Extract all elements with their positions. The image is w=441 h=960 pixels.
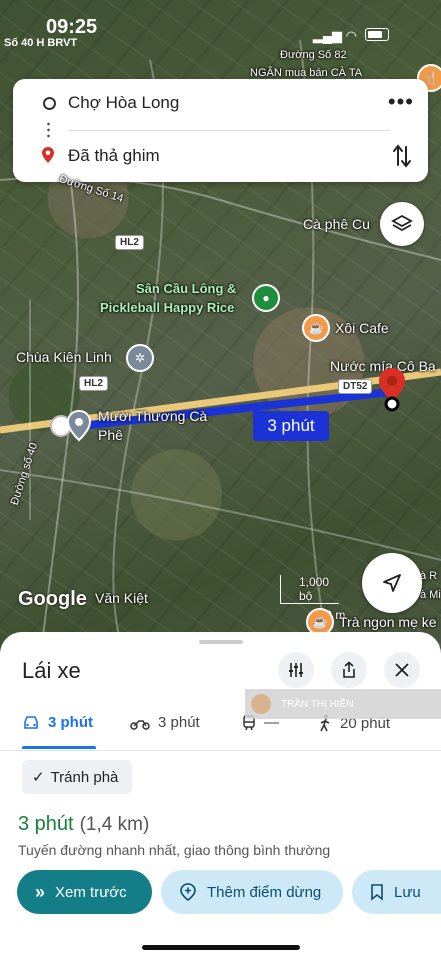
layers-icon xyxy=(391,214,413,232)
destination-text[interactable]: Đã thả ghim xyxy=(68,146,160,166)
tab-driving-label: 3 phút xyxy=(48,714,93,731)
overlay-name: TRẦN THỊ HIỀN xyxy=(281,698,354,710)
chevrons-icon: » xyxy=(35,881,46,902)
user-overlay: TRẦN THỊ HIỀN xyxy=(245,689,441,719)
map-label-court-2[interactable]: Pickleball Happy Rice xyxy=(100,300,234,315)
eta-distance: (1,4 km) xyxy=(79,814,150,835)
add-stop-button[interactable]: Thêm điểm dừng xyxy=(161,870,343,914)
directions-sheet: Lái xe 3 phút 3 phút — 20 phút TRẦN THỊ … xyxy=(0,632,441,960)
close-icon xyxy=(395,663,409,677)
eta-time: 3 phút xyxy=(18,813,74,835)
preview-button[interactable]: » Xem trước xyxy=(17,870,152,914)
active-tab-indicator xyxy=(22,746,96,749)
origin-row[interactable]: Chợ Hòa Long ••• xyxy=(13,83,428,123)
more-options-icon[interactable]: ••• xyxy=(388,91,414,113)
map-view[interactable]: 09:25 Số 40 H BRVT ▂▄▆ ◠ Đường Số 82 NGÂ… xyxy=(0,0,441,660)
map-label-shop[interactable]: NGÂN mua bán CÀ TA xyxy=(250,67,362,79)
place-marker-icon[interactable] xyxy=(66,410,92,442)
bookmark-icon xyxy=(371,884,383,901)
map-label-muoi-thuong-1[interactable]: Mười Thương Cà xyxy=(98,408,207,424)
status-time: 09:25 xyxy=(46,16,98,38)
add-stop-label: Thêm điểm dừng xyxy=(207,883,322,901)
motorbike-icon xyxy=(130,719,150,730)
swap-directions-icon[interactable] xyxy=(392,143,412,169)
sheet-handle[interactable] xyxy=(199,640,243,644)
save-label: Lưu xyxy=(394,883,421,901)
origin-text[interactable]: Chợ Hòa Long xyxy=(68,93,179,113)
road-badge-hl2-mid: HL2 xyxy=(79,376,108,391)
sheet-title: Lái xe xyxy=(22,658,81,683)
dropped-pin-icon[interactable] xyxy=(376,366,408,412)
map-label-street[interactable]: Đường Số 82 xyxy=(280,49,347,61)
eta-summary: 3 phút (1,4 km) xyxy=(18,813,149,836)
preview-label: Xem trước xyxy=(55,883,127,901)
map-label-cafe[interactable]: Cà phê Cu xyxy=(303,216,370,232)
navigation-arrow-icon xyxy=(383,574,401,592)
map-label-edge-2: à Mi xyxy=(420,589,441,601)
save-button[interactable]: Lưu xyxy=(352,870,441,914)
check-icon: ✓ xyxy=(32,769,45,786)
battery-icon xyxy=(365,28,389,41)
google-logo: Google xyxy=(18,588,87,610)
divider xyxy=(68,130,390,131)
share-button[interactable] xyxy=(331,652,367,688)
share-icon xyxy=(343,661,355,678)
road-badge-dt52: DT52 xyxy=(338,379,373,394)
destination-pin-icon xyxy=(42,147,54,163)
court-pin-icon[interactable]: ● xyxy=(252,284,280,312)
map-label-pagoda[interactable]: Chùa Kiên Linh xyxy=(16,349,112,365)
tab-motorbike[interactable]: 3 phút xyxy=(130,714,200,731)
route-time-badge[interactable]: 3 phút xyxy=(253,411,329,441)
map-label-muoi-thuong-2[interactable]: Phê xyxy=(98,427,123,443)
tab-motorbike-label: 3 phút xyxy=(158,714,200,731)
signal-icon: ▂▄▆ ◠ xyxy=(312,28,357,43)
route-options-button[interactable] xyxy=(278,652,314,688)
avoid-ferry-label: Tránh phà xyxy=(50,768,119,786)
origin-circle-icon xyxy=(43,97,56,110)
carrier-label: Số 40 H BRVT xyxy=(4,37,78,49)
add-stop-icon xyxy=(180,883,196,901)
map-label-xoi-cafe[interactable]: Xôi Cafe xyxy=(335,320,389,336)
route-card: Chợ Hòa Long ••• Đã thả ghim xyxy=(13,79,428,182)
road-badge-hl2: HL2 xyxy=(115,235,144,250)
layers-button[interactable] xyxy=(380,202,424,246)
map-label-tea[interactable]: Trà ngon mẹ ke xyxy=(339,614,437,630)
car-icon xyxy=(24,715,38,729)
status-bar: 09:25 Số 40 H BRVT ▂▄▆ ◠ xyxy=(0,0,441,50)
pagoda-pin-icon[interactable]: ✲ xyxy=(126,344,154,372)
sliders-icon xyxy=(289,663,303,677)
avatar xyxy=(251,694,271,714)
my-location-button[interactable] xyxy=(362,553,422,613)
route-description: Tuyến đường nhanh nhất, giao thông bình … xyxy=(18,842,331,858)
destination-row[interactable]: Đã thả ghim xyxy=(13,136,428,176)
map-label-court-1[interactable]: Sân Cầu Lông & xyxy=(136,281,236,296)
tab-driving[interactable]: 3 phút xyxy=(22,714,93,731)
home-indicator xyxy=(142,945,300,950)
map-label-van-kiet[interactable]: Văn Kiệt xyxy=(95,590,148,606)
close-button[interactable] xyxy=(384,652,420,688)
cafe-pin-icon[interactable]: ☕ xyxy=(302,314,330,342)
avoid-ferry-chip[interactable]: ✓ Tránh phà xyxy=(22,760,133,794)
map-label-edge-1: à R xyxy=(420,570,438,582)
